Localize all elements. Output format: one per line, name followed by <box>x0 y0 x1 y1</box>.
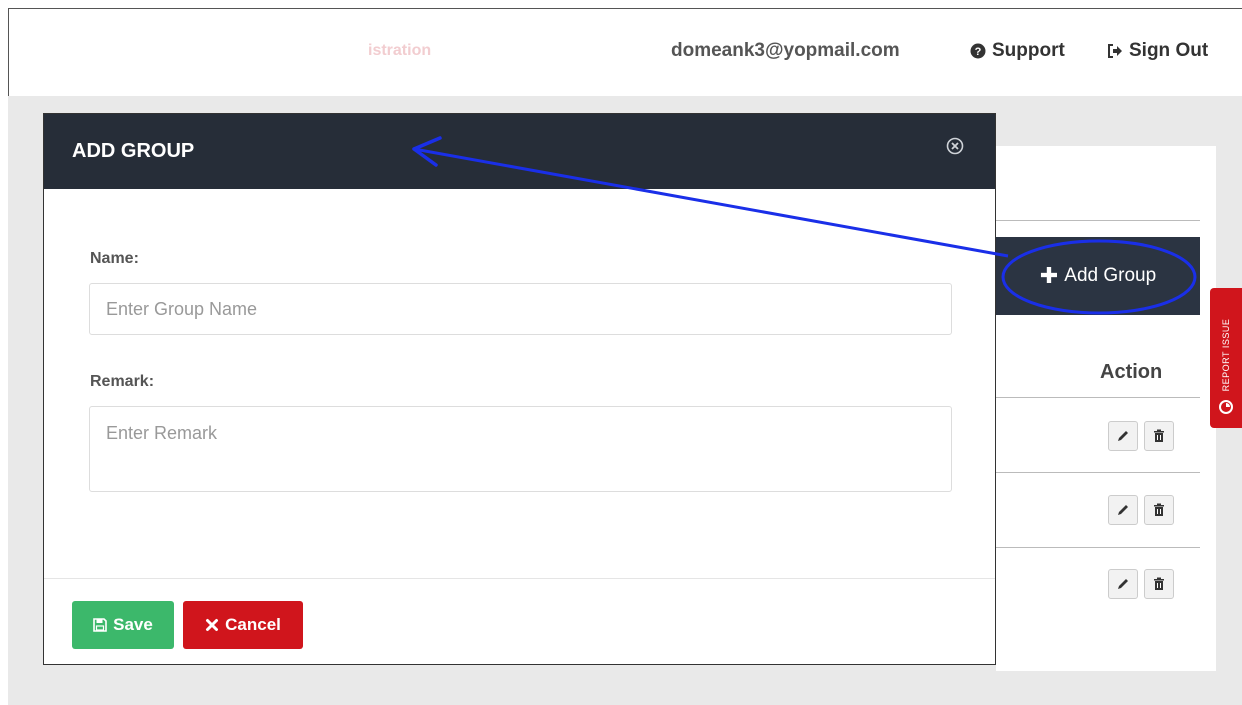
save-button[interactable]: Save <box>72 601 174 649</box>
cancel-label: Cancel <box>225 615 281 634</box>
sign-out-label: Sign Out <box>1129 40 1209 61</box>
delete-button[interactable] <box>1144 421 1174 451</box>
sign-out-icon <box>1108 44 1122 58</box>
trash-icon <box>1154 429 1164 442</box>
action-column-header: Action <box>1100 361 1163 383</box>
pencil-icon <box>1118 431 1128 441</box>
plus-icon: ✚ <box>1039 263 1059 288</box>
table-row-actions <box>1108 421 1174 451</box>
table-row-divider <box>996 547 1200 548</box>
report-issue-tab[interactable]: REPORT ISSUE <box>1210 288 1242 428</box>
table-row-actions <box>1108 495 1174 525</box>
table-row-divider <box>996 472 1200 473</box>
support-label: Support <box>992 40 1065 61</box>
trash-icon <box>1154 577 1164 590</box>
svg-text:?: ? <box>975 46 982 58</box>
report-issue-label: REPORT ISSUE <box>1221 318 1231 392</box>
edit-button[interactable] <box>1108 495 1138 525</box>
delete-button[interactable] <box>1144 495 1174 525</box>
modal-footer-divider <box>44 578 995 579</box>
group-name-input[interactable] <box>89 283 952 335</box>
support-link[interactable]: ? Support <box>970 40 1065 62</box>
page-title-faded: istration <box>368 42 432 59</box>
edit-button[interactable] <box>1108 421 1138 451</box>
delete-button[interactable] <box>1144 569 1174 599</box>
sign-out-link[interactable]: Sign Out <box>1107 40 1208 62</box>
pencil-icon <box>1118 579 1128 589</box>
table-header-divider <box>996 397 1200 398</box>
panel-divider <box>996 220 1200 221</box>
top-header: istration domeank3@yopmail.com ? Support… <box>0 0 1242 96</box>
user-email: domeank3@yopmail.com <box>671 40 900 61</box>
report-issue-icon <box>1219 400 1233 414</box>
pencil-icon <box>1118 505 1128 515</box>
cancel-button[interactable]: Cancel <box>183 601 303 649</box>
trash-icon <box>1154 503 1164 516</box>
remark-label: Remark: <box>90 373 155 390</box>
save-label: Save <box>113 615 153 634</box>
name-label: Name: <box>90 250 139 267</box>
close-circle-icon[interactable] <box>945 136 965 156</box>
add-group-label: Add Group <box>1064 265 1157 286</box>
question-circle-icon: ? <box>970 43 986 59</box>
remark-input[interactable] <box>89 406 952 492</box>
modal-header: ADD GROUP <box>44 114 995 189</box>
add-group-button[interactable]: ✚ Add Group <box>996 237 1200 315</box>
table-row-actions <box>1108 569 1174 599</box>
x-icon <box>206 619 219 631</box>
floppy-disk-icon <box>93 618 107 632</box>
edit-button[interactable] <box>1108 569 1138 599</box>
modal-title: ADD GROUP <box>72 140 195 162</box>
groups-panel <box>996 146 1216 671</box>
add-group-modal: ADD GROUP Name: Remark: Save Cancel <box>43 113 996 665</box>
